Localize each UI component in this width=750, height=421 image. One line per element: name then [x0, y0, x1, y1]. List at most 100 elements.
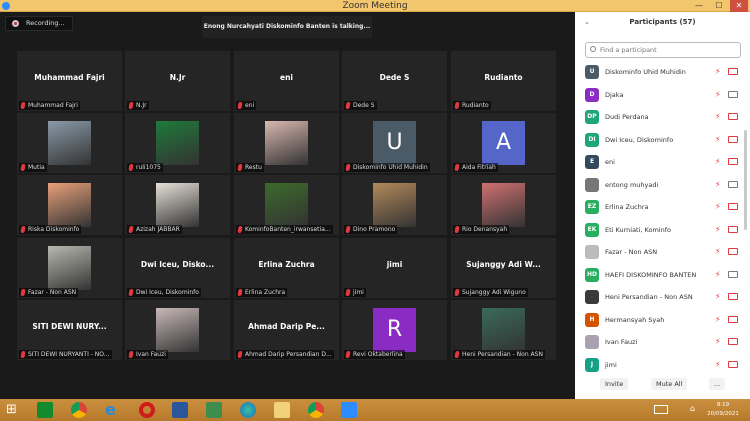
minimize-button[interactable]: — [690, 0, 708, 12]
participant-list-item[interactable]: Ivan Fauzi ⚡ [575, 333, 743, 351]
maximize-button[interactable]: ☐ [710, 0, 728, 12]
file-explorer-icon[interactable] [274, 402, 290, 418]
participant-tile[interactable]: Rudianto Rudianto [451, 51, 556, 111]
participant-tile[interactable]: jimi jimi [342, 238, 447, 298]
participant-list-item[interactable]: Heni Persandian - Non ASN ⚡ [575, 288, 743, 306]
participant-tile[interactable]: Mutia [17, 113, 122, 173]
participant-tile[interactable]: KominfoBanten_irwansetia... [234, 175, 339, 235]
chrome-user-icon[interactable] [308, 402, 324, 418]
participant-tile[interactable]: Ahmad Darip Pe... Ahmad Darip Persandian … [234, 300, 339, 360]
muted-mic-icon[interactable]: ⚡ [715, 202, 721, 211]
muted-mic-icon[interactable]: ⚡ [715, 67, 721, 76]
participant-list-item[interactable]: Fazar - Non ASN ⚡ [575, 243, 743, 261]
clock-date[interactable]: 20/09/2021 [700, 411, 746, 417]
participant-list-item[interactable]: E eni ⚡ [575, 153, 743, 171]
video-off-icon[interactable] [728, 360, 738, 368]
participant-name: Dudi Perdana [605, 113, 649, 121]
participant-tile[interactable]: U Diskominfo Uhid Muhidin [342, 113, 447, 173]
muted-mic-icon[interactable]: ⚡ [715, 292, 721, 301]
video-off-icon[interactable] [728, 293, 738, 300]
edge-icon[interactable] [240, 402, 256, 418]
muted-mic-icon[interactable]: ⚡ [715, 90, 721, 99]
participant-tile[interactable]: SITI DEWI NURY... SITI DEWI NURYANTI - NO… [17, 300, 122, 360]
participant-list-item[interactable]: EZ Erlina Zuchra ⚡ [575, 198, 743, 216]
windows-start-icon[interactable]: ⊞ [6, 402, 22, 418]
video-off-icon[interactable] [728, 248, 738, 255]
participant-list-item[interactable]: H Hermansyah Syah ⚡ [575, 311, 743, 329]
tile-display-name: N.Jr [169, 73, 186, 82]
participant-tile[interactable]: N.Jr N.Jr [125, 51, 230, 111]
participant-tile[interactable]: Dino Pramono [342, 175, 447, 235]
video-off-icon[interactable] [728, 225, 738, 233]
mute-all-button[interactable]: Mute All [651, 378, 688, 390]
video-on-icon[interactable] [728, 270, 738, 278]
recording-indicator[interactable]: Recording... [5, 16, 73, 31]
avatar: H [585, 312, 599, 327]
muted-mic-icon[interactable]: ⚡ [715, 112, 721, 121]
more-button[interactable]: ... [709, 378, 726, 390]
muted-mic-icon[interactable]: ⚡ [715, 135, 721, 144]
participant-tile[interactable]: eni eni [234, 51, 339, 111]
zoom-taskbar-icon[interactable] [341, 402, 357, 418]
tile-name-label: Sujanggy Adi Wiguno [453, 288, 528, 297]
close-button[interactable]: ✕ [730, 0, 748, 12]
participant-name: Dwi Iceu, Diskominfo [605, 135, 674, 144]
video-off-icon[interactable] [728, 135, 738, 143]
participant-list-item[interactable]: U Diskominfo Uhid Muhidin ⚡ [575, 63, 743, 81]
clock-time[interactable]: 8:19 [700, 402, 746, 408]
participant-list-item[interactable]: DI Dwi Iceu, Diskominfo ⚡ [575, 131, 743, 149]
participant-list-item[interactable]: EK Eti Kurniati, Kominfo ⚡ [575, 221, 743, 239]
network-icon[interactable]: ⌂ [690, 404, 695, 413]
participant-list-item[interactable]: HD HAEFI DISKOMINFO BANTEN ⚡ [575, 266, 743, 284]
store-icon[interactable] [37, 402, 53, 418]
participant-tile[interactable]: R Revi Oktaberlina [342, 300, 447, 360]
participant-tile[interactable]: Ivan Fauzi [125, 300, 230, 360]
avatar: J [585, 357, 599, 372]
participant-tile[interactable]: Sujanggy Adi W... Sujanggy Adi Wiguno [451, 238, 556, 298]
muted-mic-icon[interactable]: ⚡ [715, 225, 721, 234]
word-icon[interactable] [172, 402, 188, 418]
video-on-icon[interactable] [728, 180, 738, 188]
video-off-icon[interactable] [728, 338, 738, 345]
video-off-icon[interactable] [728, 68, 738, 75]
participant-list-item[interactable]: entong muhyadi ⚡ [575, 176, 743, 194]
participant-tile[interactable]: A Aida Fitriah [451, 113, 556, 173]
avatar [585, 245, 599, 259]
video-on-icon[interactable] [728, 90, 738, 98]
participant-tile[interactable]: Riska Diskominfo [17, 175, 122, 235]
participant-tile[interactable]: Dwi Iceu, Disko... Dwi Iceu, Diskominfo [125, 238, 230, 298]
internet-explorer-icon[interactable]: e [105, 402, 121, 418]
participant-tile[interactable]: Azizah JABBAR [125, 175, 230, 235]
participant-tile[interactable]: Muhammad Fajri Muhammad Fajri [17, 51, 122, 111]
muted-mic-icon[interactable]: ⚡ [715, 157, 721, 166]
participant-tile[interactable]: Heni Persandian - Non ASN [451, 300, 556, 360]
participant-search-input[interactable]: Find a participant [585, 42, 741, 58]
participant-tile[interactable]: Rio Denansyah [451, 175, 556, 235]
video-off-icon[interactable] [728, 113, 738, 120]
video-off-icon[interactable] [728, 203, 738, 210]
opera-icon[interactable] [139, 402, 155, 418]
chrome-icon[interactable] [71, 402, 87, 418]
participant-tile[interactable]: Fazar - Non ASN [17, 238, 122, 298]
participant-tile[interactable]: Restu [234, 113, 339, 173]
muted-mic-icon[interactable]: ⚡ [715, 247, 721, 256]
participant-tile[interactable]: Erlina Zuchra Erlina Zuchra [234, 238, 339, 298]
participant-list-item[interactable]: J jimi ⚡ [575, 356, 743, 374]
video-off-icon[interactable] [728, 315, 738, 323]
video-off-icon[interactable] [728, 158, 738, 165]
participant-tile[interactable]: Dede S Dede S [342, 51, 447, 111]
tile-name-label: Dino Pramono [344, 225, 398, 234]
invite-button[interactable]: Invite [600, 378, 629, 390]
participant-list-item[interactable]: D Djaka ⚡ [575, 86, 743, 104]
keyboard-icon[interactable] [654, 405, 668, 414]
participant-list-item[interactable]: DP Dudi Perdana ⚡ [575, 108, 743, 126]
excel-icon[interactable] [206, 402, 222, 418]
participants-scrollbar[interactable] [744, 130, 747, 230]
muted-mic-icon[interactable]: ⚡ [715, 270, 721, 279]
muted-mic-icon[interactable]: ⚡ [715, 337, 721, 346]
muted-mic-icon[interactable]: ⚡ [715, 315, 721, 324]
muted-mic-icon[interactable]: ⚡ [715, 360, 721, 369]
participant-tile[interactable]: ruli1075 [125, 113, 230, 173]
muted-mic-icon [345, 289, 351, 296]
muted-mic-icon[interactable]: ⚡ [715, 180, 721, 189]
